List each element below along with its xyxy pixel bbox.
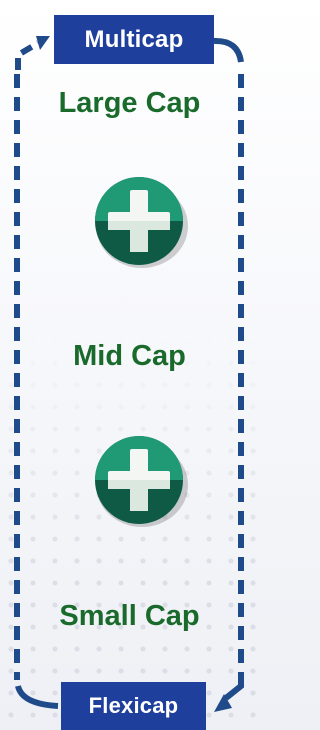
plus-icon	[95, 177, 188, 268]
flexicap-tag: Flexicap	[61, 682, 206, 730]
top-left-arrow-head	[36, 36, 50, 50]
bottom-right-connector	[224, 672, 244, 701]
top-left-connector	[15, 40, 40, 70]
small-cap-label: Small Cap	[59, 600, 200, 632]
large-cap-label: Large Cap	[58, 87, 201, 119]
multicap-tag: Multicap	[54, 15, 214, 64]
top-right-connector	[213, 37, 244, 63]
plus-icon	[95, 436, 188, 527]
bottom-left-connector	[15, 685, 59, 709]
mid-cap-label: Mid Cap	[73, 340, 186, 372]
